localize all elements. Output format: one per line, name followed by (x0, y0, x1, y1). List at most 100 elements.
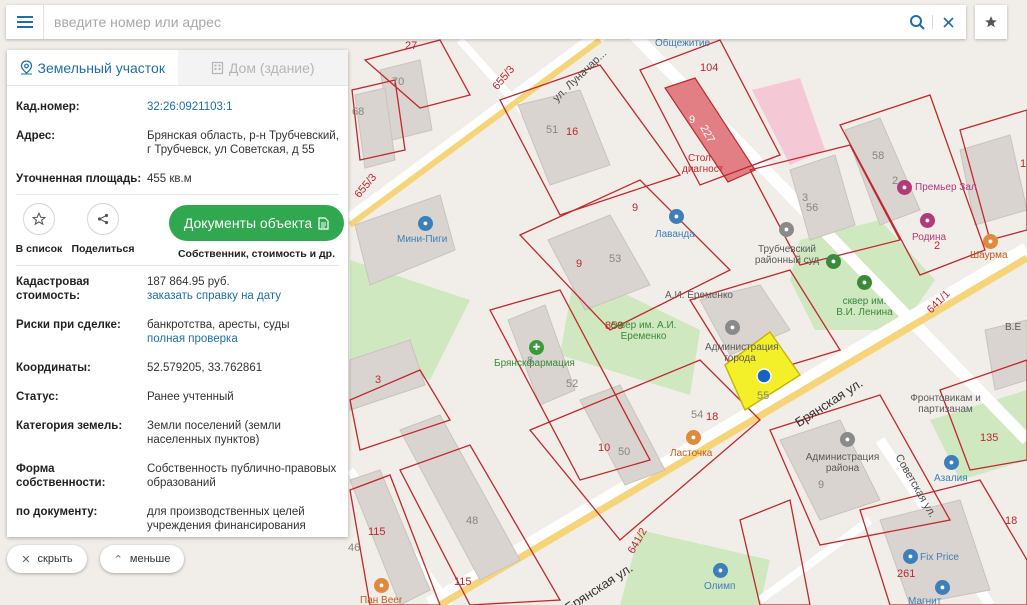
full-check-link[interactable]: полная проверка (147, 332, 339, 346)
info-panel: Земельный участок Дом (здание) Кад.номер… (7, 50, 348, 537)
cadastral-number-link[interactable]: 32:26:0921103:1 (147, 100, 339, 114)
field-label: Координаты: (16, 362, 91, 374)
add-to-list-button[interactable]: В список (11, 195, 67, 255)
favorites-button[interactable] (975, 5, 1007, 39)
shop-icon[interactable]: ● (935, 580, 950, 595)
field-coordinates: Координаты: 52.579205, 33.762861 (7, 361, 348, 375)
cadastral-cost-value: 187 864.95 руб. (147, 276, 230, 288)
by-document-value: для производственных целей учреждения фи… (147, 506, 306, 532)
field-by-document: по документу: для производственных целей… (7, 505, 348, 533)
parcel-number: 115 (368, 526, 386, 538)
collapse-panel-button[interactable]: ⌃ меньше (100, 545, 184, 573)
tab-building[interactable]: Дом (здание) (177, 50, 348, 85)
search-button[interactable] (905, 5, 929, 39)
parcel-number: 115 (454, 576, 472, 588)
documents-button[interactable]: Документы объекта (169, 205, 344, 241)
parcel-number: 9 (632, 202, 639, 214)
poi-obshchezhitie[interactable]: Общежитие (655, 38, 710, 49)
order-certificate-link[interactable]: заказать справку на дату (147, 289, 339, 303)
house-number: 48 (466, 515, 479, 527)
search-input[interactable] (44, 6, 905, 38)
hide-panel-label: скрыть (37, 553, 73, 565)
court-icon[interactable]: ● (779, 222, 794, 237)
poi-pan-beer[interactable]: Пан Beer (360, 595, 402, 605)
cinema-icon[interactable]: ● (897, 180, 912, 195)
poi-stolovaya[interactable]: Стол (688, 153, 711, 164)
risks-value: банкротства, аресты, суды (147, 319, 290, 331)
poi-lastochka[interactable]: Ласточка (670, 448, 712, 459)
coordinates-value: 52.579205, 33.762861 (147, 362, 263, 374)
food-icon[interactable]: ● (686, 430, 701, 445)
parcel-number: 18 (706, 411, 719, 423)
clear-search-button[interactable] (936, 5, 960, 39)
government-icon[interactable]: ● (840, 432, 855, 447)
bar-icon[interactable]: ● (374, 578, 389, 593)
house-number: 9 (818, 479, 825, 491)
field-label: Риски при сделке: (16, 319, 121, 331)
star-icon (985, 16, 997, 28)
documents-caption: Собственник, стоимость и др. (177, 248, 336, 260)
food-icon[interactable]: ● (983, 234, 998, 249)
poi-diagnost[interactable]: диагност (682, 164, 723, 175)
poi-frontline-memorial[interactable]: Фронтовикам и партизанам (903, 393, 988, 415)
poi-court[interactable]: Трубчевский районный суд (752, 244, 822, 266)
tab-building-label: Дом (здание) (228, 59, 315, 76)
government-icon[interactable]: ● (725, 320, 740, 335)
park-icon[interactable]: ● (826, 254, 841, 269)
house-number: 54 (691, 409, 704, 421)
field-cadastral-number: Кад.номер: 32:26:0921103:1 (7, 100, 348, 114)
poi-mini-pigi[interactable]: Мини-Пиги (397, 234, 447, 245)
field-address: Адрес: Брянская область, р-н Трубчевский… (7, 129, 348, 157)
poi-fix-price[interactable]: Fix Price (920, 552, 959, 563)
parcel-number: 104 (700, 62, 719, 74)
chevron-up-icon: ⌃ (113, 553, 123, 566)
parcel-number: 9 (576, 258, 583, 270)
poi-olimp[interactable]: Олимп (704, 581, 735, 592)
cinema-icon[interactable]: ● (920, 213, 935, 228)
search-icon (909, 14, 925, 30)
shop-icon[interactable]: ● (669, 209, 684, 224)
share-button[interactable]: Поделиться (72, 195, 135, 255)
field-land-category: Категория земель: Земли поселений (земли… (7, 419, 348, 447)
house-number: 56 (806, 202, 819, 214)
poi-square-eremenko[interactable]: сквер им. А.И. Еременко (606, 320, 681, 342)
menu-button[interactable] (6, 5, 44, 39)
pharmacy-icon[interactable]: ✚ (529, 340, 544, 355)
house-number: 51 (546, 124, 559, 136)
field-value: 455 кв.м (147, 173, 192, 185)
poi-pharmacy[interactable]: Брянскфармация (494, 358, 575, 369)
poi-rodina[interactable]: Родина (912, 232, 946, 243)
house-number: 52 (566, 378, 579, 390)
tab-land-plot[interactable]: Земельный участок (7, 50, 178, 85)
poi-lavanda[interactable]: Лаванда (655, 229, 695, 240)
poi-magnit[interactable]: Магнит (908, 596, 941, 605)
parcel-number: 3 (375, 374, 382, 386)
poi-premier[interactable]: Премьер Зал (915, 182, 977, 193)
location-marker (756, 368, 772, 384)
field-label: Кад.номер: (16, 101, 80, 113)
share-label: Поделиться (71, 243, 135, 255)
hide-panel-button[interactable]: ✕ скрыть (7, 545, 87, 573)
poi-square-lenin[interactable]: сквер им. В.И. Ленина (832, 296, 897, 318)
shop-icon[interactable]: ● (944, 455, 959, 470)
house-number: 9 (689, 114, 696, 126)
menu-icon (16, 16, 33, 28)
poi-shaurma[interactable]: Шаурма (970, 250, 1008, 261)
field-area: Уточненная площадь: 455 кв.м (7, 172, 348, 186)
poi-eremenko-monument[interactable]: А.И. Еременко (665, 290, 733, 301)
shop-icon[interactable]: ● (903, 549, 918, 564)
pet-shop-icon[interactable]: ● (418, 216, 433, 231)
field-label: Статус: (16, 391, 59, 403)
shop-icon[interactable]: ● (713, 563, 728, 578)
field-status: Статус: Ранее учтенный (7, 390, 348, 404)
building-icon (211, 61, 224, 74)
poi-district-admin[interactable]: Администрация района (805, 452, 880, 474)
poi-ve[interactable]: В.Е (1005, 322, 1021, 333)
divider (16, 265, 339, 266)
house-number: 68 (352, 106, 365, 118)
park-icon[interactable]: ● (857, 275, 872, 290)
documents-block: Документы объекта Собственник, стоимость… (169, 195, 344, 260)
poi-azaliya[interactable]: Азалия (934, 473, 968, 484)
poi-city-admin[interactable]: Администрация города (705, 342, 779, 364)
status-value: Ранее учтенный (147, 391, 234, 403)
